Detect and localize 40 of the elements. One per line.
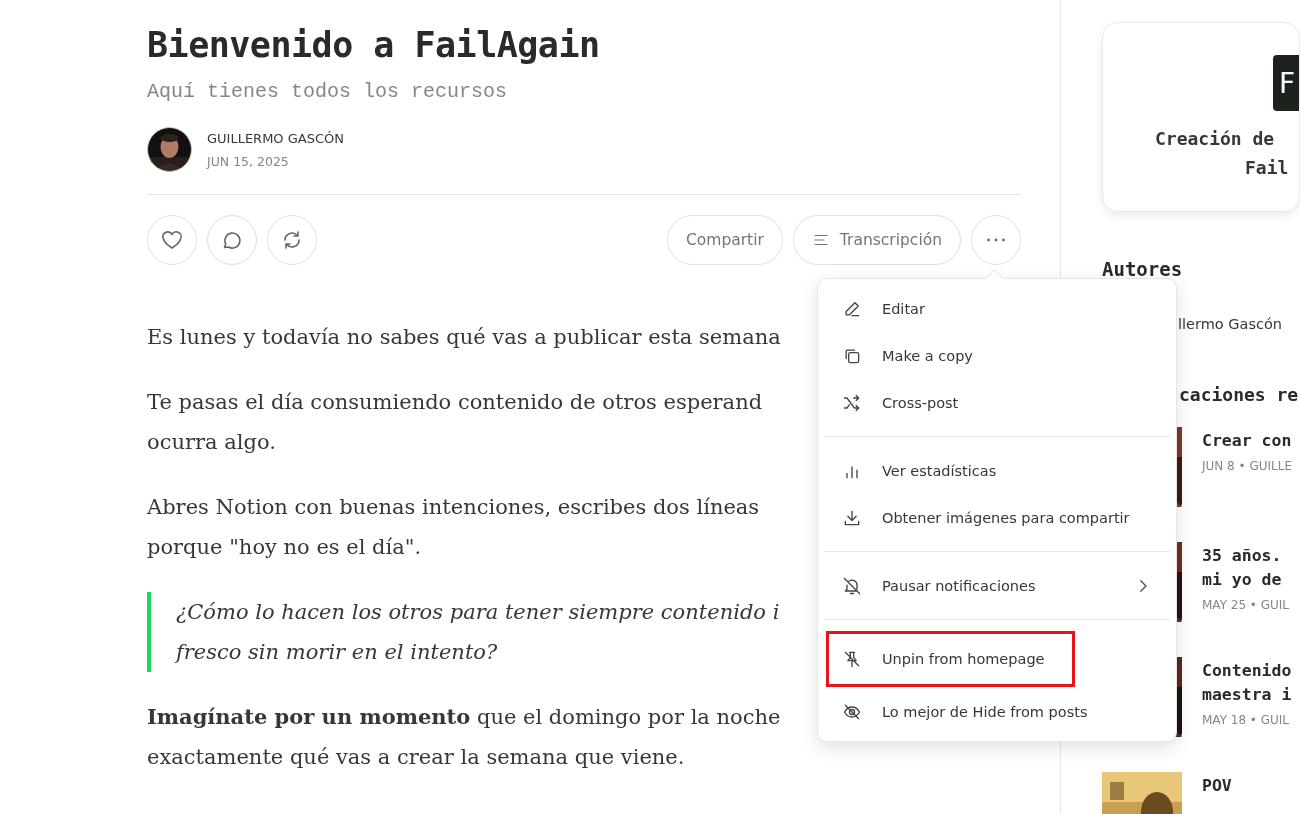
menu-item[interactable]: Make a copy: [818, 332, 1176, 379]
shuffle-icon: [842, 392, 862, 413]
menu-item[interactable]: Obtener imágenes para compartir: [818, 494, 1176, 541]
post-link[interactable]: POV: [1202, 774, 1232, 798]
publication-name: Creación de: [1155, 127, 1275, 151]
menu-item[interactable]: Lo mejor de Hide from posts: [818, 688, 1176, 735]
paragraph: Abres Notion con buenas intenciones, escribes dos líneas porque "hoy no es el día".: [147, 494, 760, 561]
bell-off-icon: [842, 575, 862, 596]
pull-quote: ¿Cómo lo hacen los otros para tener siempre contenido i fresco sin morir en el intento?: [147, 592, 780, 672]
menu-item[interactable]: Ver estadísticas: [818, 447, 1176, 494]
transcript-button[interactable]: Transcripción: [792, 215, 961, 265]
post-meta: JUN 8 • GUILLE: [1202, 459, 1293, 473]
post-subtitle: Aquí tienes todos los recursos: [147, 80, 509, 103]
author-name[interactable]: GUILLERMO GASCÓN: [207, 130, 344, 146]
menu-item[interactable]: Cross-post: [818, 379, 1176, 426]
author-link[interactable]: llermo Gascón: [1178, 316, 1300, 332]
paragraph: Imagínate por un momento que el domingo por la noche exactamente qué vas a crear la semana que viene.: [147, 703, 781, 771]
paragraph: Te pasas el día consumiendo contenido de otros esperand ocurra algo.: [147, 389, 763, 456]
post-meta: MAY 18 • GUIL: [1202, 713, 1291, 727]
post-link[interactable]: 35 años. mi yo de: [1202, 544, 1290, 592]
publication-logo: F: [1273, 55, 1299, 111]
post-link[interactable]: Contenido maestra i: [1202, 659, 1292, 707]
post-meta: MAY 25 • GUIL: [1202, 598, 1290, 612]
like-button[interactable]: [147, 215, 197, 265]
ellipsis-icon: [987, 238, 1005, 242]
post-link[interactable]: Crear con: [1202, 429, 1293, 453]
heart-icon: [160, 228, 184, 252]
section-heading: Autores: [1102, 258, 1184, 280]
paragraph: Es lunes y todavía no sabes qué vas a publicar esta semana: [147, 324, 781, 351]
menu-item[interactable]: Unpin from homepage: [825, 630, 1076, 688]
post-title: Bienvenido a FailAgain: [147, 24, 601, 67]
post-date: JUN 15, 2025: [207, 153, 290, 169]
pin-off-icon: [842, 649, 862, 669]
comment-button[interactable]: [207, 215, 257, 265]
restack-button[interactable]: [267, 215, 317, 265]
section-heading: caciones re: [1178, 384, 1300, 405]
publication-name: Fail: [1245, 156, 1289, 180]
menu-item[interactable]: Editar: [818, 285, 1176, 332]
menu-item[interactable]: Pausar notificaciones: [818, 562, 1176, 609]
share-button[interactable]: Compartir: [667, 215, 783, 265]
